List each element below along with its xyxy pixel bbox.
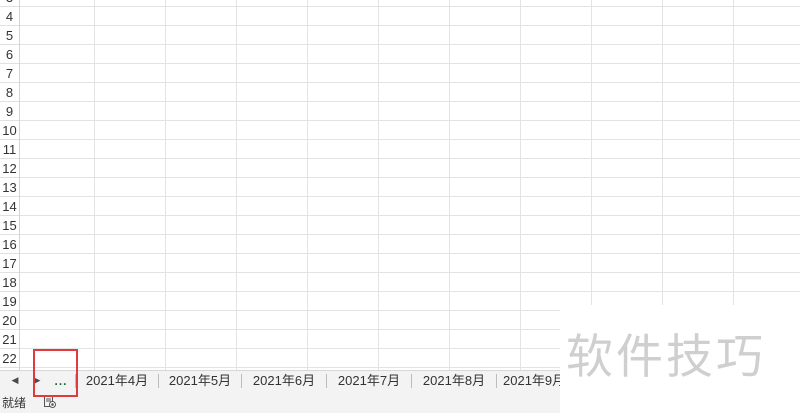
row-header[interactable]: 13 (0, 178, 19, 197)
row-gridline (20, 253, 800, 254)
row-gridline (20, 158, 800, 159)
row-header[interactable]: 7 (0, 64, 19, 83)
row-gridline (20, 139, 800, 140)
row-headers: 345678910111213141516171819202122 (0, 0, 20, 370)
triangle-right-icon: ▶ (33, 375, 41, 385)
row-gridline (20, 25, 800, 26)
scroll-tabs-left-button[interactable]: ◀ (6, 371, 24, 390)
watermark-text: 软件技巧 (566, 330, 766, 385)
row-header[interactable]: 4 (0, 7, 19, 26)
row-gridline (20, 44, 800, 45)
row-gridline (20, 6, 800, 7)
row-gridline (20, 291, 800, 292)
tab-2021-08[interactable]: 2021年8月 (412, 371, 496, 390)
row-header[interactable]: 15 (0, 216, 19, 235)
row-header[interactable]: 8 (0, 83, 19, 102)
tab-2021-04[interactable]: 2021年4月 (76, 371, 158, 390)
column-gridline (520, 0, 521, 370)
status-ready-text: 就绪 (2, 396, 27, 410)
row-header[interactable]: 18 (0, 273, 19, 292)
column-gridline (165, 0, 166, 370)
scroll-tabs-right-button[interactable]: ▶ (28, 371, 46, 390)
tab-2021-06[interactable]: 2021年6月 (242, 371, 326, 390)
row-gridline (20, 234, 800, 235)
row-header[interactable]: 6 (0, 45, 19, 64)
row-header[interactable]: 11 (0, 140, 19, 159)
row-header[interactable]: 3 (0, 0, 19, 7)
more-sheets-button[interactable]: ... (50, 371, 72, 390)
row-header[interactable]: 12 (0, 159, 19, 178)
row-header[interactable]: 10 (0, 121, 19, 140)
row-gridline (20, 120, 800, 121)
row-gridline (20, 196, 800, 197)
row-header[interactable]: 17 (0, 254, 19, 273)
row-gridline (20, 101, 800, 102)
row-header[interactable]: 5 (0, 26, 19, 45)
row-gridline (20, 82, 800, 83)
column-gridline (378, 0, 379, 370)
row-header[interactable]: 9 (0, 102, 19, 121)
triangle-left-icon: ◀ (11, 375, 19, 385)
row-header[interactable]: 22 (0, 349, 19, 368)
column-gridline (94, 0, 95, 370)
row-gridline (20, 177, 800, 178)
row-gridline (20, 215, 800, 216)
row-header[interactable]: 20 (0, 311, 19, 330)
row-header[interactable]: 19 (0, 292, 19, 311)
row-header[interactable]: 21 (0, 330, 19, 349)
tab-2021-07[interactable]: 2021年7月 (327, 371, 411, 390)
column-gridline (236, 0, 237, 370)
record-macro-icon[interactable] (44, 396, 56, 408)
row-header[interactable]: 16 (0, 235, 19, 254)
column-gridline (449, 0, 450, 370)
tab-2021-09[interactable]: 2021年9月 (497, 371, 561, 390)
tab-2021-05[interactable]: 2021年5月 (159, 371, 241, 390)
row-header[interactable]: 14 (0, 197, 19, 216)
column-gridline (307, 0, 308, 370)
row-gridline (20, 272, 800, 273)
row-gridline (20, 63, 800, 64)
